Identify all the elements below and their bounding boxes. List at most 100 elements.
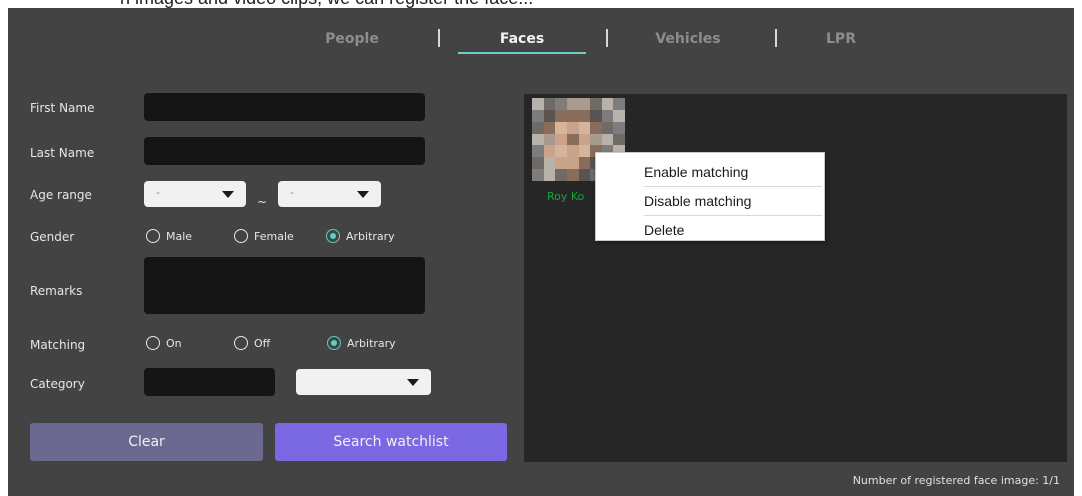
menu-item-disable-matching[interactable]: Disable matching [596,187,824,215]
thumbnail-pixel [590,109,602,122]
thumbnail-pixel [532,145,544,158]
gender-label: Gender [30,230,75,244]
thumbnail-pixel [613,121,625,134]
age-to-select[interactable]: - [278,181,381,207]
last-name-label: Last Name [30,146,95,160]
thumbnail-pixel [566,98,579,110]
thumbnail-pixel [578,145,591,158]
thumbnail-pixel [555,169,567,181]
face-name-label[interactable]: Roy Ko [547,190,584,203]
category-select[interactable] [296,369,431,395]
age-from-select[interactable]: - [144,181,246,207]
matching-radio-off[interactable]: Off [234,336,270,350]
thumbnail-pixel [543,145,556,158]
thumbnail-pixel [555,121,567,134]
thumbnail-pixel [578,109,591,122]
thumbnail-pixel [590,121,602,134]
thumbnail-pixel [555,109,567,122]
thumbnail-pixel [601,133,614,146]
thumbnail-pixel [578,157,591,170]
thumbnail-pixel [532,98,544,110]
gender-option-label: Male [166,229,193,243]
thumbnail-pixel [578,98,591,110]
menu-item-delete[interactable]: Delete [596,216,824,244]
thumbnail-pixel [543,157,556,170]
registered-face-count: Number of registered face image: 1/1 [852,474,1060,487]
gender-radio-male[interactable]: Male [146,229,192,243]
watchlist-window: People Faces Vehicles LPR First Name Las… [8,8,1074,496]
thumbnail-pixel [613,109,625,122]
matching-option-label: Arbitrary [347,336,396,350]
category-field[interactable] [144,368,275,396]
thumbnail-pixel [532,157,544,170]
face-results-panel: Roy Ko [524,94,1067,462]
matching-option-label: On [166,336,182,350]
age-to-value: - [290,186,294,199]
clear-button[interactable]: Clear [30,423,263,461]
gender-option-label: Female [254,229,294,243]
thumbnail-pixel [555,145,567,158]
tab-lpr[interactable]: LPR [821,28,861,54]
tab-separator [606,29,608,47]
radio-selected-icon [326,229,340,243]
radio-icon [146,229,160,243]
thumbnail-pixel [613,133,625,146]
age-range-separator: ~ [257,195,268,209]
thumbnail-pixel [590,133,602,146]
tab-separator [438,29,440,47]
radio-selected-icon [327,336,341,350]
thumbnail-pixel [566,169,579,181]
remarks-field[interactable] [144,257,425,314]
thumbnail-pixel [532,121,544,134]
tab-separator [775,29,777,47]
thumbnail-pixel [532,133,544,146]
context-menu: Enable matching Disable matching Delete [595,152,825,241]
chevron-down-icon [407,379,419,386]
thumbnail-pixel [566,109,579,122]
thumbnail-pixel [601,109,614,122]
thumbnail-pixel [566,121,579,134]
thumbnail-pixel [555,157,567,170]
thumbnail-pixel [566,145,579,158]
gender-radio-arbitrary[interactable]: Arbitrary [326,229,395,243]
gender-option-label: Arbitrary [346,229,395,243]
thumbnail-pixel [578,133,591,146]
thumbnail-pixel [601,121,614,134]
thumbnail-pixel [543,121,556,134]
tab-bar: People Faces Vehicles LPR [8,8,1074,64]
tab-faces[interactable]: Faces [458,28,586,54]
tab-vehicles[interactable]: Vehicles [648,28,728,54]
radio-icon [146,336,160,350]
matching-radio-on[interactable]: On [146,336,182,350]
search-watchlist-button[interactable]: Search watchlist [275,423,507,461]
thumbnail-pixel [613,98,625,110]
remarks-label: Remarks [30,284,83,298]
last-name-field[interactable] [144,137,425,165]
thumbnail-pixel [601,98,614,110]
radio-icon [234,336,248,350]
gender-radio-female[interactable]: Female [234,229,294,243]
thumbnail-pixel [543,133,556,146]
thumbnail-pixel [532,169,544,181]
matching-radio-arbitrary[interactable]: Arbitrary [327,336,396,350]
chevron-down-icon [222,191,234,198]
thumbnail-pixel [543,98,556,110]
matching-option-label: Off [254,336,271,350]
thumbnail-pixel [578,121,591,134]
first-name-field[interactable] [144,93,425,121]
radio-icon [234,229,248,243]
top-cropped-text: n images and video clips, we can registe… [0,0,1082,8]
thumbnail-pixel [566,157,579,170]
thumbnail-pixel [566,133,579,146]
thumbnail-pixel [543,109,556,122]
age-from-value: - [156,186,160,199]
category-label: Category [30,377,85,391]
thumbnail-pixel [532,109,544,122]
thumbnail-pixel [543,169,556,181]
thumbnail-pixel [590,98,602,110]
first-name-label: First Name [30,101,95,115]
thumbnail-pixel [555,133,567,146]
tab-people[interactable]: People [322,28,382,54]
thumbnail-pixel [555,98,567,110]
menu-item-enable-matching[interactable]: Enable matching [596,158,824,186]
